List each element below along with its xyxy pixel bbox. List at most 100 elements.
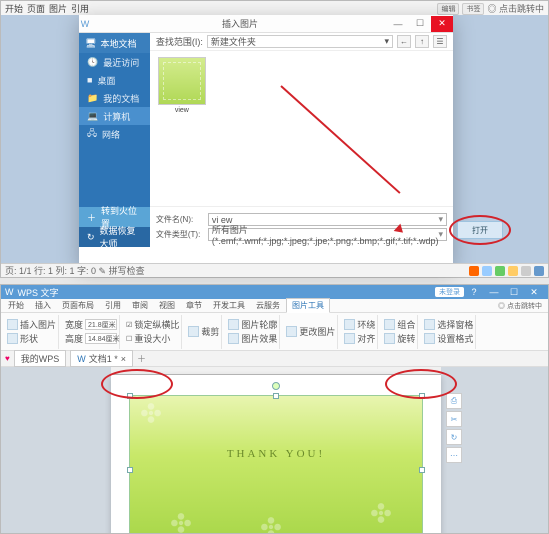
- add-tab-button[interactable]: ＋: [137, 352, 146, 365]
- close-button[interactable]: ✕: [524, 287, 544, 298]
- height-input[interactable]: 14.84厘米: [85, 333, 117, 344]
- rotate-button[interactable]: ↻: [446, 429, 462, 445]
- group-icon: [384, 319, 395, 330]
- doc-tab-mywps[interactable]: 我的WPS: [14, 350, 67, 367]
- close-button[interactable]: ✕: [431, 16, 453, 32]
- tab-layout[interactable]: 页面布局: [57, 299, 99, 312]
- maximize-button[interactable]: ☐: [409, 16, 431, 32]
- filetype-input[interactable]: 所有图片(*.emf;*.wmf;*.jpg;*.jpeg;*.jpe;*.pn…: [208, 228, 447, 241]
- width-input[interactable]: 21.8厘米: [85, 319, 117, 330]
- minimize-button[interactable]: —: [484, 287, 504, 297]
- login-badge[interactable]: 未登录: [435, 287, 464, 297]
- file-list[interactable]: view: [150, 51, 453, 206]
- status-icon: [521, 266, 531, 276]
- doc-tab-label: 文档1 *: [89, 352, 118, 365]
- menu-item[interactable]: 页面: [27, 2, 45, 15]
- rotate-button[interactable]: 旋转: [384, 332, 415, 345]
- tab-ref[interactable]: 引用: [100, 299, 126, 312]
- wrap-button[interactable]: 环绕: [344, 318, 375, 331]
- location-combo[interactable]: 新建文件夹▾: [207, 35, 393, 48]
- back-button[interactable]: ←: [397, 35, 411, 48]
- help-button[interactable]: ?: [464, 287, 484, 297]
- menu-item[interactable]: 开始: [5, 2, 23, 15]
- app-name: WPS 文字: [18, 286, 59, 299]
- fx-icon: [228, 333, 239, 344]
- chevron-down-icon: ▾: [438, 214, 443, 225]
- sidebar-item-documents[interactable]: 📁我的文档: [79, 89, 150, 107]
- rotate-handle[interactable]: [272, 382, 280, 390]
- menu-item[interactable]: 图片: [49, 2, 67, 15]
- sidebar-header[interactable]: 🖥 本地文档: [79, 33, 150, 53]
- border-button[interactable]: 图片轮廓: [228, 318, 277, 331]
- badge-edit[interactable]: 编辑: [437, 3, 459, 15]
- width-field[interactable]: 宽度21.8厘米: [65, 318, 117, 331]
- location-label: 查找范围(I):: [156, 35, 203, 48]
- badge-bookmark[interactable]: 书签: [462, 3, 484, 15]
- minimize-button[interactable]: —: [387, 16, 409, 32]
- chevron-down-icon: ▾: [438, 229, 443, 240]
- sidebar-header-label: 本地文档: [100, 37, 136, 50]
- top-right-badges: 编辑 书签 ◎ 点击跳转中: [437, 2, 544, 15]
- insert-picture-button[interactable]: 插入图片: [7, 318, 56, 331]
- resize-handle[interactable]: [419, 467, 425, 473]
- format-button[interactable]: 设置格式: [424, 332, 473, 345]
- ribbon-label: 旋转: [397, 332, 415, 345]
- up-button[interactable]: ↑: [415, 35, 429, 48]
- flower-icon: [370, 502, 392, 524]
- tab-insert[interactable]: 插入: [30, 299, 56, 312]
- ribbon-label: 更改图片: [299, 325, 335, 338]
- doc-tab-doc1[interactable]: W文档1 *×: [70, 350, 133, 367]
- thumb-label: view: [175, 107, 189, 114]
- selection-pane-button[interactable]: 选择窗格: [424, 318, 473, 331]
- maximize-button[interactable]: ☐: [504, 287, 524, 298]
- status-icon: [469, 266, 479, 276]
- menu-item[interactable]: 引用: [71, 2, 89, 15]
- bottom-screenshot: W WPS 文字 未登录 ? — ☐ ✕ 开始 插入 页面布局 引用 审阅 视图…: [0, 284, 549, 534]
- more-button[interactable]: ⋯: [446, 447, 462, 463]
- tab-cloud[interactable]: 云服务: [251, 299, 285, 312]
- ribbon-label: 插入图片: [20, 318, 56, 331]
- change-pic-button[interactable]: 更改图片: [286, 325, 335, 338]
- tab-review[interactable]: 审阅: [127, 299, 153, 312]
- sidebar-item-desktop[interactable]: ■桌面: [79, 71, 150, 89]
- shape-button[interactable]: 形状: [7, 332, 56, 345]
- resize-handle[interactable]: [273, 393, 279, 399]
- ribbon-label: 裁剪: [201, 325, 219, 338]
- fx-button[interactable]: 图片效果: [228, 332, 277, 345]
- top-canvas: W 插入图片 — ☐ ✕ 🖥 本地文档 🕓最近访问 ■桌面 📁我的文档 💻: [1, 15, 548, 277]
- location-bar: 查找范围(I): 新建文件夹▾ ← ↑ ☰: [150, 33, 453, 51]
- tab-picture-tools[interactable]: 图片工具: [286, 298, 330, 313]
- thumb-image: [158, 57, 206, 105]
- crg-button[interactable]: ✂: [446, 411, 462, 427]
- sidebar-item-network[interactable]: 🖧网络: [79, 125, 150, 143]
- sidebar-item-recent[interactable]: 🕓最近访问: [79, 53, 150, 71]
- close-tab-icon[interactable]: ×: [121, 354, 126, 364]
- sidebar-item-computer[interactable]: 💻计算机: [79, 107, 150, 125]
- sidebar-btn-label: 数据恢复大师: [100, 224, 142, 250]
- align-button[interactable]: 对齐: [344, 332, 375, 345]
- document-canvas[interactable]: THANK YOU! ⎙ ✂ ↻ ⋯: [1, 367, 548, 533]
- resize-handle[interactable]: [127, 467, 133, 473]
- annotation-ellipse: [449, 215, 511, 245]
- location-value: 新建文件夹: [211, 35, 256, 48]
- align-icon: [344, 333, 355, 344]
- ribbon-label: 宽度: [65, 318, 83, 331]
- layout-options-button[interactable]: ⎙: [446, 393, 462, 409]
- reset-size-button[interactable]: ☐ 重设大小: [126, 332, 179, 345]
- open-button-area: 打开: [449, 213, 519, 249]
- inserted-picture[interactable]: THANK YOU!: [129, 395, 423, 533]
- tab-dev[interactable]: 开发工具: [208, 299, 250, 312]
- status-icon: [534, 266, 544, 276]
- view-button[interactable]: ☰: [433, 35, 447, 48]
- tab-view[interactable]: 视图: [154, 299, 180, 312]
- floating-tools: ⎙ ✂ ↻ ⋯: [446, 393, 462, 463]
- height-field[interactable]: 高度14.84厘米: [65, 332, 117, 345]
- file-thumb[interactable]: view: [156, 57, 208, 114]
- tab-home[interactable]: 开始: [3, 299, 29, 312]
- crop-button[interactable]: 裁剪: [188, 325, 219, 338]
- lock-ratio-check[interactable]: ☑ 锁定纵横比: [126, 318, 179, 331]
- group-button[interactable]: 组合: [384, 318, 415, 331]
- sidebar-recovery[interactable]: ↻数据恢复大师: [79, 227, 150, 247]
- annotation-ellipse: [101, 369, 173, 399]
- tab-section[interactable]: 章节: [181, 299, 207, 312]
